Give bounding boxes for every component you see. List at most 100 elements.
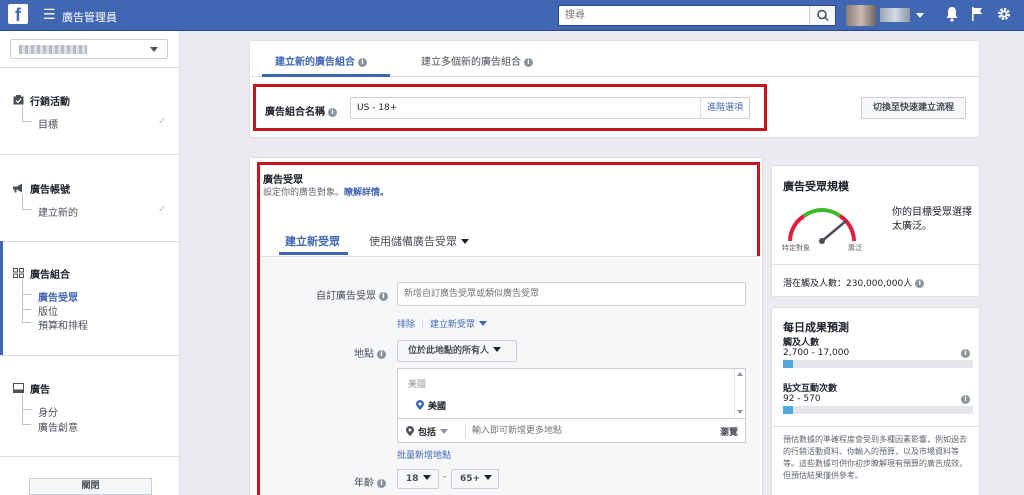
tree-connector	[22, 194, 23, 209]
location-pin-icon	[406, 426, 414, 436]
scroll-down-icon[interactable]	[737, 410, 743, 414]
switch-quick-creation-button[interactable]: 切換至快速建立流程	[861, 97, 966, 119]
location-type-dropdown[interactable]: 位於此地點的所有人	[397, 340, 517, 362]
tree-connector	[22, 424, 31, 425]
sidebar-item-budget-schedule[interactable]: 預算和排程	[38, 317, 88, 332]
tree-connector	[22, 309, 31, 310]
age-min-dropdown[interactable]: 18	[397, 469, 439, 489]
sidebar-item-create-new[interactable]: 建立新的	[38, 204, 78, 219]
audience-size-card: 廣告受眾規模 特定對象 廣泛 你的目標受眾選擇太廣泛。 潛在觸及人數：230,0…	[771, 165, 980, 297]
account-name-redacted	[880, 8, 910, 22]
notifications-icon[interactable]	[945, 6, 959, 27]
sidebar-item-ad[interactable]: 廣告	[12, 381, 50, 396]
gauge-broad-label: 廣泛	[848, 244, 862, 252]
potential-reach: 潛在觸及人數：230,000,000人 i	[783, 276, 925, 289]
info-icon[interactable]: i	[524, 58, 533, 67]
sidebar-item-ad-account[interactable]: 廣告帳號	[12, 181, 70, 196]
reach-value: 2,700 - 17,000	[783, 348, 850, 358]
audience-gauge	[788, 208, 856, 244]
ad-account-selector[interactable]	[10, 39, 168, 59]
scroll-up-icon[interactable]	[737, 372, 743, 376]
chevron-down-icon	[150, 47, 158, 52]
tab-create-new-audience[interactable]: 建立新受眾	[285, 233, 340, 249]
age-label: 年齡 i	[354, 474, 386, 489]
chevron-down-icon	[422, 475, 431, 480]
label-text: 地點	[354, 349, 374, 360]
section-divider	[772, 264, 979, 265]
sidebar-item-identity[interactable]: 身分	[38, 404, 58, 419]
reach-bar	[783, 360, 973, 368]
scrollbar[interactable]	[734, 369, 745, 417]
daily-results-title: 每日成果預測	[783, 321, 849, 334]
chevron-down-icon	[461, 239, 469, 244]
potential-reach-text: 潛在觸及人數：230,000,000人	[783, 279, 913, 289]
sidebar-item-campaign[interactable]: 行銷活動	[12, 93, 70, 108]
info-icon[interactable]: i	[358, 58, 367, 67]
sidebar-divider	[0, 67, 179, 68]
sidebar-divider	[0, 456, 179, 457]
location-search-input[interactable]	[472, 422, 702, 439]
close-button[interactable]: 關閉	[29, 478, 152, 495]
facebook-logo-icon[interactable]: f	[8, 4, 28, 25]
adset-name-input[interactable]: US - 18+ 進階選項	[350, 97, 750, 119]
section-divider	[772, 426, 979, 427]
info-icon[interactable]: i	[377, 479, 386, 488]
selected-locations-box: 美國 美國	[397, 368, 746, 418]
info-icon[interactable]: i	[961, 395, 970, 404]
settings-icon[interactable]	[996, 6, 1012, 27]
separator	[465, 423, 466, 438]
audience-subtitle: 設定你的廣告對象。瞭解詳情。	[263, 185, 389, 198]
sidebar-item-ad-creative[interactable]: 廣告創意	[38, 419, 78, 434]
custom-audience-input[interactable]	[397, 282, 746, 306]
learn-more-link[interactable]: 瞭解詳情。	[344, 188, 389, 198]
search-input[interactable]	[559, 6, 809, 25]
sidebar-section-title: 廣告	[30, 385, 50, 396]
engagement-bar-fill	[783, 406, 793, 414]
checkmark-icon: ✓	[158, 116, 167, 127]
sidebar-item-placements[interactable]: 版位	[38, 303, 58, 318]
info-icon[interactable]: i	[328, 108, 337, 117]
adset-tabs: 建立新的廣告組合 i 建立多個新的廣告組合 i	[250, 41, 979, 77]
reach-label: 觸及人數	[783, 338, 820, 348]
tab-saved-audience[interactable]: 使用儲備廣告受眾	[369, 233, 469, 249]
ad-account-name-redacted	[19, 45, 87, 54]
sidebar-item-objective[interactable]: 目標	[38, 116, 58, 131]
dropdown-label: 包括	[418, 428, 437, 438]
sidebar-item-audience[interactable]: 廣告受眾	[38, 289, 78, 304]
adset-name-label: 廣告組合名稱 i	[265, 103, 337, 118]
flag-icon[interactable]	[970, 6, 984, 27]
label-text: 廣告組合名稱	[265, 107, 325, 118]
sidebar-section-title: 廣告帳號	[30, 185, 70, 196]
label-text: 自訂廣告受眾	[316, 291, 376, 302]
custom-audience-label: 自訂廣告受眾 i	[316, 287, 388, 302]
sidebar-item-ad-set[interactable]: 廣告組合	[12, 266, 70, 281]
search-box	[558, 5, 836, 26]
bulk-add-locations-link[interactable]: 批量新增地點	[397, 448, 451, 461]
custom-audience-actions: 排除 | 建立新受眾	[397, 317, 487, 330]
info-icon[interactable]: i	[915, 279, 925, 288]
audience-card: 廣告受眾 設定你的廣告對象。瞭解詳情。 建立新受眾 使用儲備廣告受眾 自訂廣告受…	[249, 157, 763, 495]
tab-create-multiple-adsets[interactable]: 建立多個新的廣告組合 i	[421, 53, 533, 68]
engagement-value: 92 - 570	[783, 394, 821, 404]
browse-link[interactable]: 瀏覽	[720, 425, 738, 438]
info-icon[interactable]: i	[379, 292, 388, 301]
menu-icon[interactable]: ☰	[43, 7, 56, 23]
info-icon[interactable]: i	[377, 350, 386, 359]
search-button[interactable]	[809, 6, 835, 25]
reach-bar-fill	[783, 360, 793, 368]
age-max-dropdown[interactable]: 65+	[451, 469, 499, 489]
tab-create-new-adset[interactable]: 建立新的廣告組合 i	[275, 53, 367, 68]
location-search-row: 包括 瀏覽	[397, 418, 746, 443]
location-item: 美國	[416, 399, 446, 412]
exclude-link[interactable]: 排除	[397, 320, 415, 330]
audience-size-title: 廣告受眾規模	[783, 180, 849, 193]
app-title[interactable]: 廣告管理員	[62, 9, 117, 25]
chevron-down-icon	[493, 347, 502, 352]
advanced-options-link[interactable]: 進階選項	[699, 98, 749, 118]
account-menu[interactable]	[846, 5, 928, 26]
dropdown-label: 65+	[460, 474, 481, 484]
include-dropdown[interactable]: 包括	[406, 425, 449, 438]
create-new-audience-dropdown[interactable]: 建立新受眾	[430, 320, 487, 330]
info-icon[interactable]: i	[961, 349, 970, 358]
checkmark-icon: ✓	[158, 204, 167, 215]
